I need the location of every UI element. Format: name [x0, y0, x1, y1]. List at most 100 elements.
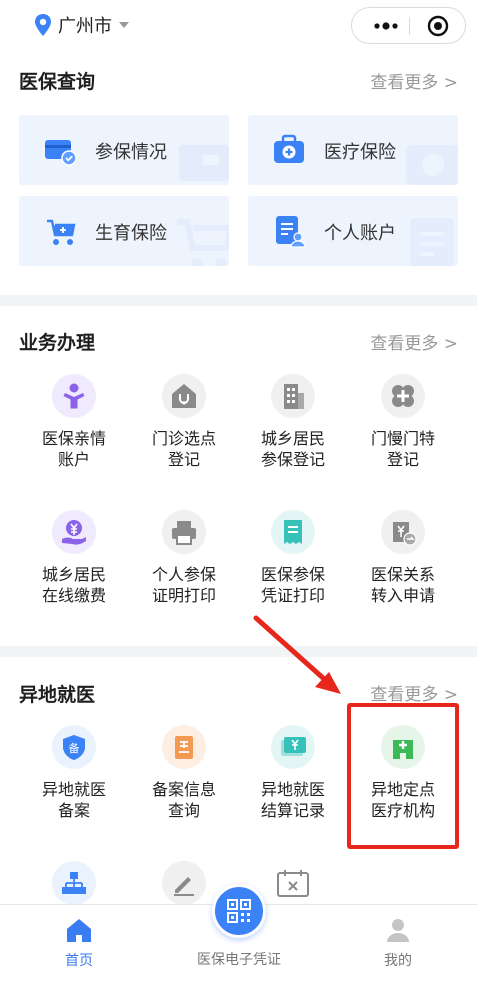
icon-circle [271, 374, 315, 418]
yuan-payment-icon [62, 520, 86, 545]
service-label-line1: 医保亲情 [41, 429, 106, 448]
baby-stroller-icon [47, 219, 76, 245]
icon-circle [52, 510, 96, 554]
service-label: 个人参保 证明打印 [129, 564, 239, 606]
location-pin-icon [35, 14, 51, 36]
icon-circle [381, 374, 425, 418]
card-label: 生育保险 [95, 223, 167, 244]
user-icon [387, 919, 409, 942]
service-online-payment[interactable]: 城乡居民 在线缴费 [19, 510, 129, 620]
service-label-line2: 查询 [167, 801, 200, 820]
service-label-line2: 参保登记 [260, 450, 325, 469]
service-transfer-application[interactable]: 医保关系 转入申请 [348, 510, 458, 620]
filing-shield-icon: 备 [63, 735, 85, 760]
org-chart-icon [62, 872, 86, 894]
card-label: 参保情况 [95, 142, 167, 163]
card-insurance-status[interactable]: 参保情况 [19, 115, 229, 185]
service-label: 门慢门特 登记 [348, 428, 458, 470]
service-family-account[interactable]: 医保亲情 账户 [19, 374, 129, 484]
icon-circle [52, 861, 96, 904]
section-divider [0, 295, 477, 306]
insurance-card-icon [45, 140, 77, 166]
receipt-icon [284, 520, 302, 544]
section-title-query: 医保查询 [19, 71, 96, 93]
tab-mine[interactable]: 我的 [338, 905, 458, 986]
service-label-line2: 凭证打印 [260, 586, 325, 605]
icon-circle [271, 725, 315, 769]
service-label-line1: 城乡居民 [41, 565, 106, 584]
service-settlement-records[interactable]: 异地就医 结算记录 [238, 725, 348, 835]
service-label: 异地就医 结算记录 [238, 779, 348, 821]
service-label: 医保参保 凭证打印 [238, 564, 348, 606]
service-label: 城乡居民 参保登记 [238, 428, 348, 470]
service-label-line2: 登记 [386, 450, 419, 469]
section-divider [0, 646, 477, 657]
service-label-line2: 备案 [57, 801, 90, 820]
building-icon [284, 384, 304, 409]
service-voucher-print[interactable]: 医保参保 凭证打印 [238, 510, 348, 620]
highlight-box [347, 703, 459, 849]
service-label: 备案信息 查询 [129, 779, 239, 821]
service-label-line2: 证明打印 [151, 586, 216, 605]
city-name: 广州市 [58, 16, 112, 37]
service-label-line1: 医保关系 [370, 565, 435, 584]
clinic-stethoscope-icon [172, 384, 196, 408]
service-chronic-registration[interactable]: 门慢门特 登记 [348, 374, 458, 484]
card-medical-insurance[interactable]: 医疗保险 [248, 115, 458, 185]
service-filing-query[interactable]: 备案信息 查询 [129, 725, 239, 835]
service-label: 医保关系 转入申请 [348, 564, 458, 606]
city-selector[interactable]: 广州市 [34, 12, 129, 38]
service-label-line1: 备案信息 [151, 780, 216, 799]
tab-label: 首页 [65, 953, 93, 969]
capsule-divider [409, 17, 410, 35]
qr-code-icon [227, 899, 251, 923]
medical-cross-icon [392, 385, 414, 407]
icon-circle [162, 510, 206, 554]
business-more-link[interactable]: 查看更多 > [370, 329, 458, 354]
home-icon [67, 919, 91, 942]
more-menu-button[interactable] [364, 8, 408, 43]
card-maternity-insurance[interactable]: 生育保险 [19, 196, 229, 266]
close-mini-program-button[interactable] [416, 8, 460, 43]
service-clinic-registration[interactable]: 门诊选点 登记 [129, 374, 239, 484]
family-icon [63, 383, 85, 409]
service-label-line1: 异地就医 [260, 780, 325, 799]
icon-circle [162, 725, 206, 769]
service-resident-registration[interactable]: 城乡居民 参保登记 [238, 374, 348, 484]
icon-circle: 备 [52, 725, 96, 769]
card-personal-account[interactable]: 个人账户 [248, 196, 458, 266]
personal-account-icon [276, 216, 306, 248]
service-certificate-print[interactable]: 个人参保 证明打印 [129, 510, 239, 620]
service-label-line1: 个人参保 [151, 565, 216, 584]
section-title-remote: 异地就医 [19, 684, 96, 706]
icon-circle [381, 510, 425, 554]
service-label-line2: 账户 [57, 450, 90, 469]
icon-circle [271, 510, 315, 554]
service-remote-filing[interactable]: 备 异地就医 备案 [19, 725, 129, 835]
record-query-icon [175, 736, 193, 759]
service-label-line1: 门慢门特 [370, 429, 435, 448]
chevron-down-icon [119, 22, 129, 28]
service-label-line1: 门诊选点 [151, 429, 216, 448]
service-partial-org[interactable] [19, 861, 129, 904]
tab-home[interactable]: 首页 [19, 905, 139, 986]
icon-circle [52, 374, 96, 418]
query-more-link[interactable]: 查看更多 > [370, 68, 458, 93]
remote-more-link[interactable]: 查看更多 > [370, 680, 458, 705]
target-close-icon [427, 15, 449, 36]
service-label-line2: 在线缴费 [41, 586, 106, 605]
settlement-bill-icon [281, 737, 306, 756]
top-bar: 广州市 [0, 0, 477, 52]
transfer-icon [393, 522, 417, 546]
tab-label: 我的 [384, 953, 412, 969]
medical-kit-icon [274, 134, 304, 163]
tab-e-voucher[interactable]: 医保电子凭证 [178, 884, 300, 986]
medical-kit-watermark-icon [406, 145, 458, 185]
svg-text:备: 备 [69, 741, 80, 755]
mini-program-capsule [351, 7, 466, 44]
service-label-line1: 城乡居民 [260, 429, 325, 448]
qr-code-button[interactable] [212, 884, 266, 938]
service-label-line1: 医保参保 [260, 565, 325, 584]
more-dots-icon [374, 21, 398, 30]
printer-icon [172, 521, 196, 545]
